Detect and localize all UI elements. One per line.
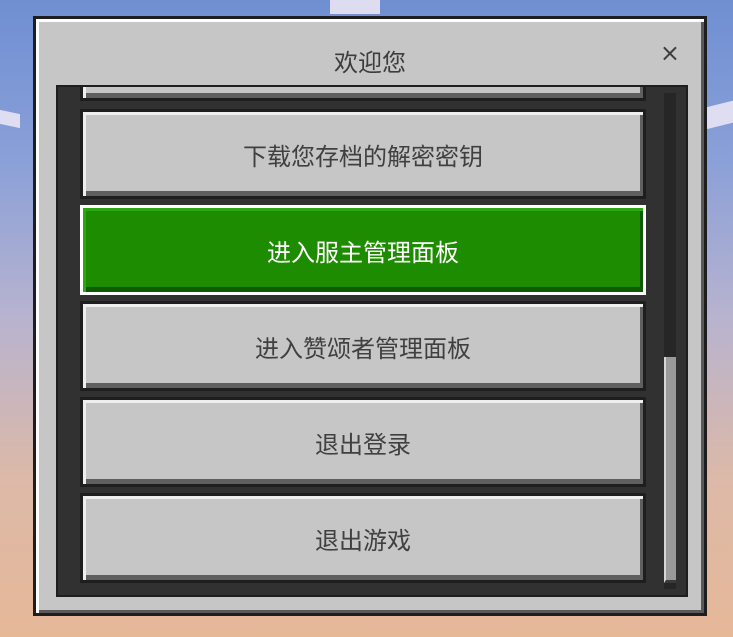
cloud (330, 0, 380, 14)
button-label: 进入赞颂者管理面板 (255, 334, 471, 363)
button-label: 退出游戏 (315, 526, 411, 555)
background-scene: 欢迎您 × 下载您存档的解密密钥 进入服主管理面板 进入赞颂者管理面板 退出登录… (0, 0, 733, 637)
sponsor-panel-button[interactable]: 进入赞颂者管理面板 (80, 301, 646, 391)
menu-button-partial[interactable] (80, 87, 646, 101)
server-owner-panel-button[interactable]: 进入服主管理面板 (80, 205, 646, 295)
button-label: 下载您存档的解密密钥 (243, 142, 483, 171)
menu-list[interactable]: 下载您存档的解密密钥 进入服主管理面板 进入赞颂者管理面板 退出登录 退出游戏 (56, 85, 688, 597)
welcome-dialog: 欢迎您 × 下载您存档的解密密钥 进入服主管理面板 进入赞颂者管理面板 退出登录… (33, 16, 707, 616)
dialog-title: 欢迎您 (334, 49, 406, 77)
close-icon[interactable]: × (660, 41, 680, 65)
cloud (706, 100, 733, 130)
button-label: 退出登录 (315, 430, 411, 459)
scrollbar-thumb[interactable] (664, 357, 676, 583)
logout-button[interactable]: 退出登录 (80, 397, 646, 487)
exit-game-button[interactable]: 退出游戏 (80, 493, 646, 583)
cloud (0, 109, 20, 129)
download-decryption-key-button[interactable]: 下载您存档的解密密钥 (80, 109, 646, 199)
button-label: 进入服主管理面板 (267, 238, 459, 267)
scrollbar-track[interactable] (664, 93, 676, 589)
